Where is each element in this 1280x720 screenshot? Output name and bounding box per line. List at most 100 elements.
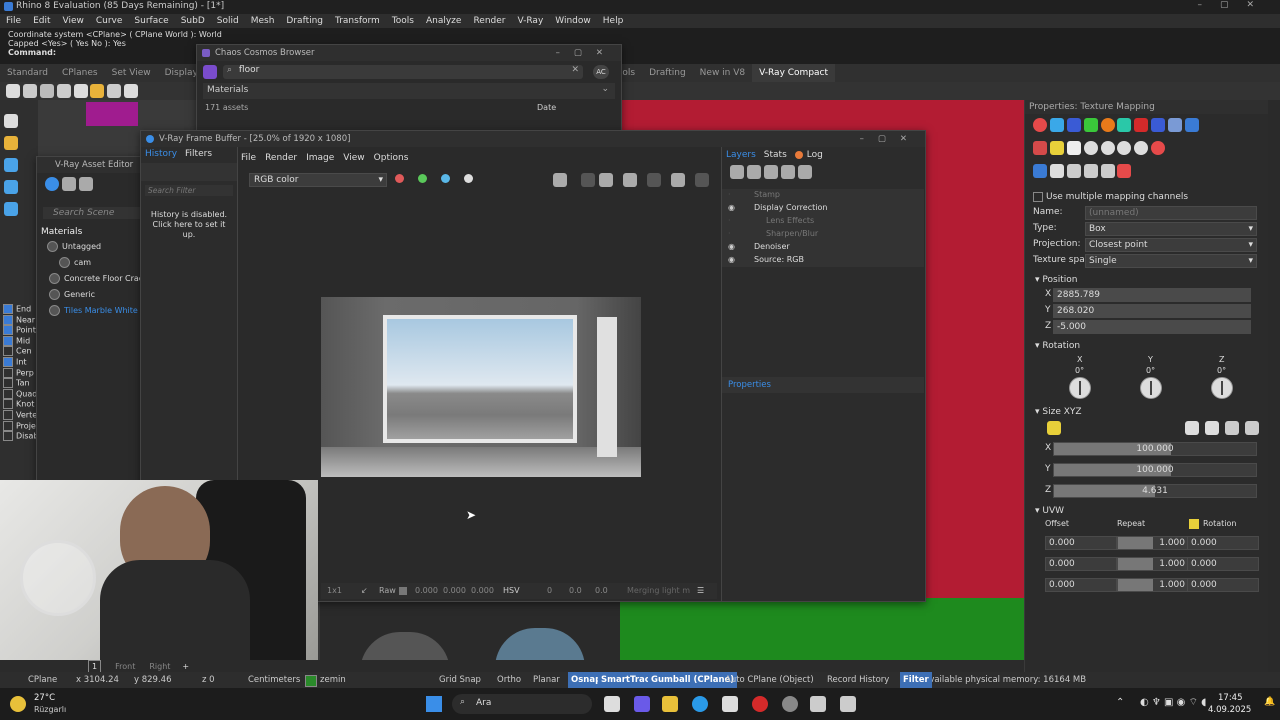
- point-icon[interactable]: [4, 136, 18, 150]
- stop-render-icon[interactable]: [671, 173, 685, 187]
- rotation-lock-icon[interactable]: [1189, 519, 1199, 529]
- vfb-tab-history[interactable]: History: [141, 147, 181, 161]
- material-item[interactable]: Generic: [37, 287, 147, 303]
- store-icon[interactable]: [722, 696, 738, 712]
- shield-icon[interactable]: [1151, 118, 1166, 132]
- layer-status[interactable]: zemin: [320, 672, 346, 688]
- tool-icon[interactable]: [90, 84, 105, 98]
- command-prompt[interactable]: Command:: [0, 48, 1280, 57]
- uvw-field[interactable]: 0.000: [1045, 536, 1117, 550]
- menu-window[interactable]: Window: [555, 14, 591, 28]
- clear-icon[interactable]: ✕: [571, 65, 579, 75]
- osnap-tan[interactable]: Tan: [0, 378, 37, 389]
- layer-row[interactable]: · Stamp: [722, 189, 924, 202]
- scene-search-input[interactable]: Search Scene: [43, 207, 141, 219]
- name-field[interactable]: (unnamed): [1085, 206, 1257, 220]
- red-channel-toggle[interactable]: [395, 174, 404, 183]
- vfb-menu-image[interactable]: Image: [306, 151, 334, 165]
- menu-solid[interactable]: Solid: [217, 14, 239, 28]
- save-icon[interactable]: [553, 173, 567, 187]
- green-channel-toggle[interactable]: [418, 174, 427, 183]
- menu-subd[interactable]: SubD: [181, 14, 205, 28]
- solid-icon[interactable]: [4, 202, 18, 216]
- osnap-checkbox[interactable]: [3, 335, 13, 346]
- windows-start-icon[interactable]: [426, 696, 442, 712]
- type-dropdown[interactable]: Box ▾: [1085, 222, 1257, 236]
- channel-dropdown[interactable]: RGB color ▾: [249, 173, 387, 187]
- material-item[interactable]: cam: [37, 255, 147, 271]
- layer-row[interactable]: ◉ Denoiser: [722, 241, 924, 254]
- status-toggle-filter[interactable]: Filter: [900, 672, 932, 688]
- menu-vray[interactable]: V-Ray: [518, 14, 544, 28]
- vfb-tab-layers[interactable]: Layers: [722, 147, 760, 163]
- blue-channel-toggle[interactable]: [441, 174, 450, 183]
- layer-row[interactable]: ◉ Display Correction: [722, 202, 924, 215]
- material-item[interactable]: Untagged: [37, 239, 147, 255]
- color-mode-dropdown[interactable]: HSV: [503, 583, 520, 599]
- osnap-mid[interactable]: Mid: [0, 335, 37, 347]
- tool-icon[interactable]: [6, 84, 20, 98]
- vfb-tab-log[interactable]: Log: [803, 147, 827, 163]
- menu-analyze[interactable]: Analyze: [426, 14, 461, 28]
- position-section[interactable]: ▾ Position: [1025, 267, 1269, 285]
- tool-icon[interactable]: [107, 84, 122, 98]
- weather-icon[interactable]: [10, 696, 26, 712]
- eye-off-icon[interactable]: ·: [728, 189, 740, 202]
- fit-icon[interactable]: [1245, 421, 1259, 435]
- tool-icon[interactable]: [124, 84, 139, 98]
- vfb-menu-view[interactable]: View: [343, 151, 364, 165]
- uvw-field[interactable]: 0.000: [1187, 557, 1259, 571]
- tab-set-view[interactable]: Set View: [105, 64, 158, 82]
- menu-render[interactable]: Render: [473, 14, 505, 28]
- vfb-menu-render[interactable]: Render: [265, 151, 297, 165]
- viewport-green-surface[interactable]: [620, 598, 1024, 660]
- menu-mesh[interactable]: Mesh: [251, 14, 275, 28]
- sphere-icon[interactable]: [1117, 141, 1132, 155]
- menu-tools[interactable]: Tools: [392, 14, 414, 28]
- ipr-icon[interactable]: [647, 173, 661, 187]
- layer-row[interactable]: ◉ Source: RGB: [722, 254, 924, 268]
- tool-icon[interactable]: [39, 84, 54, 98]
- select-icon[interactable]: [4, 114, 18, 128]
- osnap-point[interactable]: Point: [0, 325, 37, 336]
- position-field[interactable]: 2885.789: [1053, 288, 1251, 302]
- use-multiple-channels[interactable]: Use multiple mapping channels: [1025, 191, 1269, 204]
- osnap-disable[interactable]: Disable: [0, 431, 37, 442]
- taskbar-search[interactable]: ⌕ Ara: [452, 694, 592, 714]
- filter-search-input[interactable]: Search Filter: [145, 185, 233, 196]
- size-section[interactable]: ▾ Size XYZ: [1025, 403, 1269, 417]
- osnap-cen[interactable]: Cen: [0, 346, 37, 357]
- eye-off-icon[interactable]: ·: [728, 215, 740, 228]
- fit-icon[interactable]: [1225, 421, 1239, 435]
- clock-time[interactable]: 17:45: [1218, 693, 1243, 703]
- rotation-dial[interactable]: [1140, 377, 1162, 399]
- layer-list-icon[interactable]: [797, 165, 812, 179]
- status-toggle-ortho[interactable]: Ortho: [494, 672, 524, 688]
- position-field[interactable]: -5.000: [1053, 320, 1251, 334]
- tab-v-ray-compact[interactable]: V-Ray Compact: [752, 64, 836, 82]
- tool-icon[interactable]: [1049, 164, 1064, 178]
- sphere-icon[interactable]: [1151, 141, 1166, 155]
- fit-icon[interactable]: [1185, 421, 1199, 435]
- sphere-icon[interactable]: [1083, 141, 1098, 155]
- menu-edit[interactable]: Edit: [33, 14, 50, 28]
- tool-icon[interactable]: [1083, 164, 1098, 178]
- category-dropdown[interactable]: Materials: [207, 85, 248, 95]
- clock-date[interactable]: 4.09.2025: [1208, 705, 1251, 715]
- rotation-dial[interactable]: [1069, 377, 1091, 399]
- file-explorer-icon[interactable]: [662, 696, 678, 712]
- texture-space-dropdown[interactable]: Single ▾: [1085, 254, 1257, 268]
- alpha-channel-toggle[interactable]: [464, 174, 473, 183]
- units-status[interactable]: Centimeters: [248, 672, 300, 688]
- osnap-checkbox[interactable]: [3, 420, 13, 431]
- osnap-quad[interactable]: Quad: [0, 388, 37, 400]
- sphere-icon[interactable]: [1100, 141, 1115, 155]
- tool-icon[interactable]: [1117, 164, 1132, 178]
- tray-icons[interactable]: ◐ ♆ ▣ ◉ ⌔ ◖: [1140, 696, 1206, 709]
- history-disabled-message[interactable]: History is disabled. Click here to set i…: [147, 210, 231, 240]
- osnap-int[interactable]: Int: [0, 356, 37, 368]
- materials-icon[interactable]: [45, 177, 59, 191]
- tool-icon[interactable]: [73, 84, 88, 98]
- tool-icon[interactable]: [56, 84, 71, 98]
- lights-icon[interactable]: [61, 177, 76, 191]
